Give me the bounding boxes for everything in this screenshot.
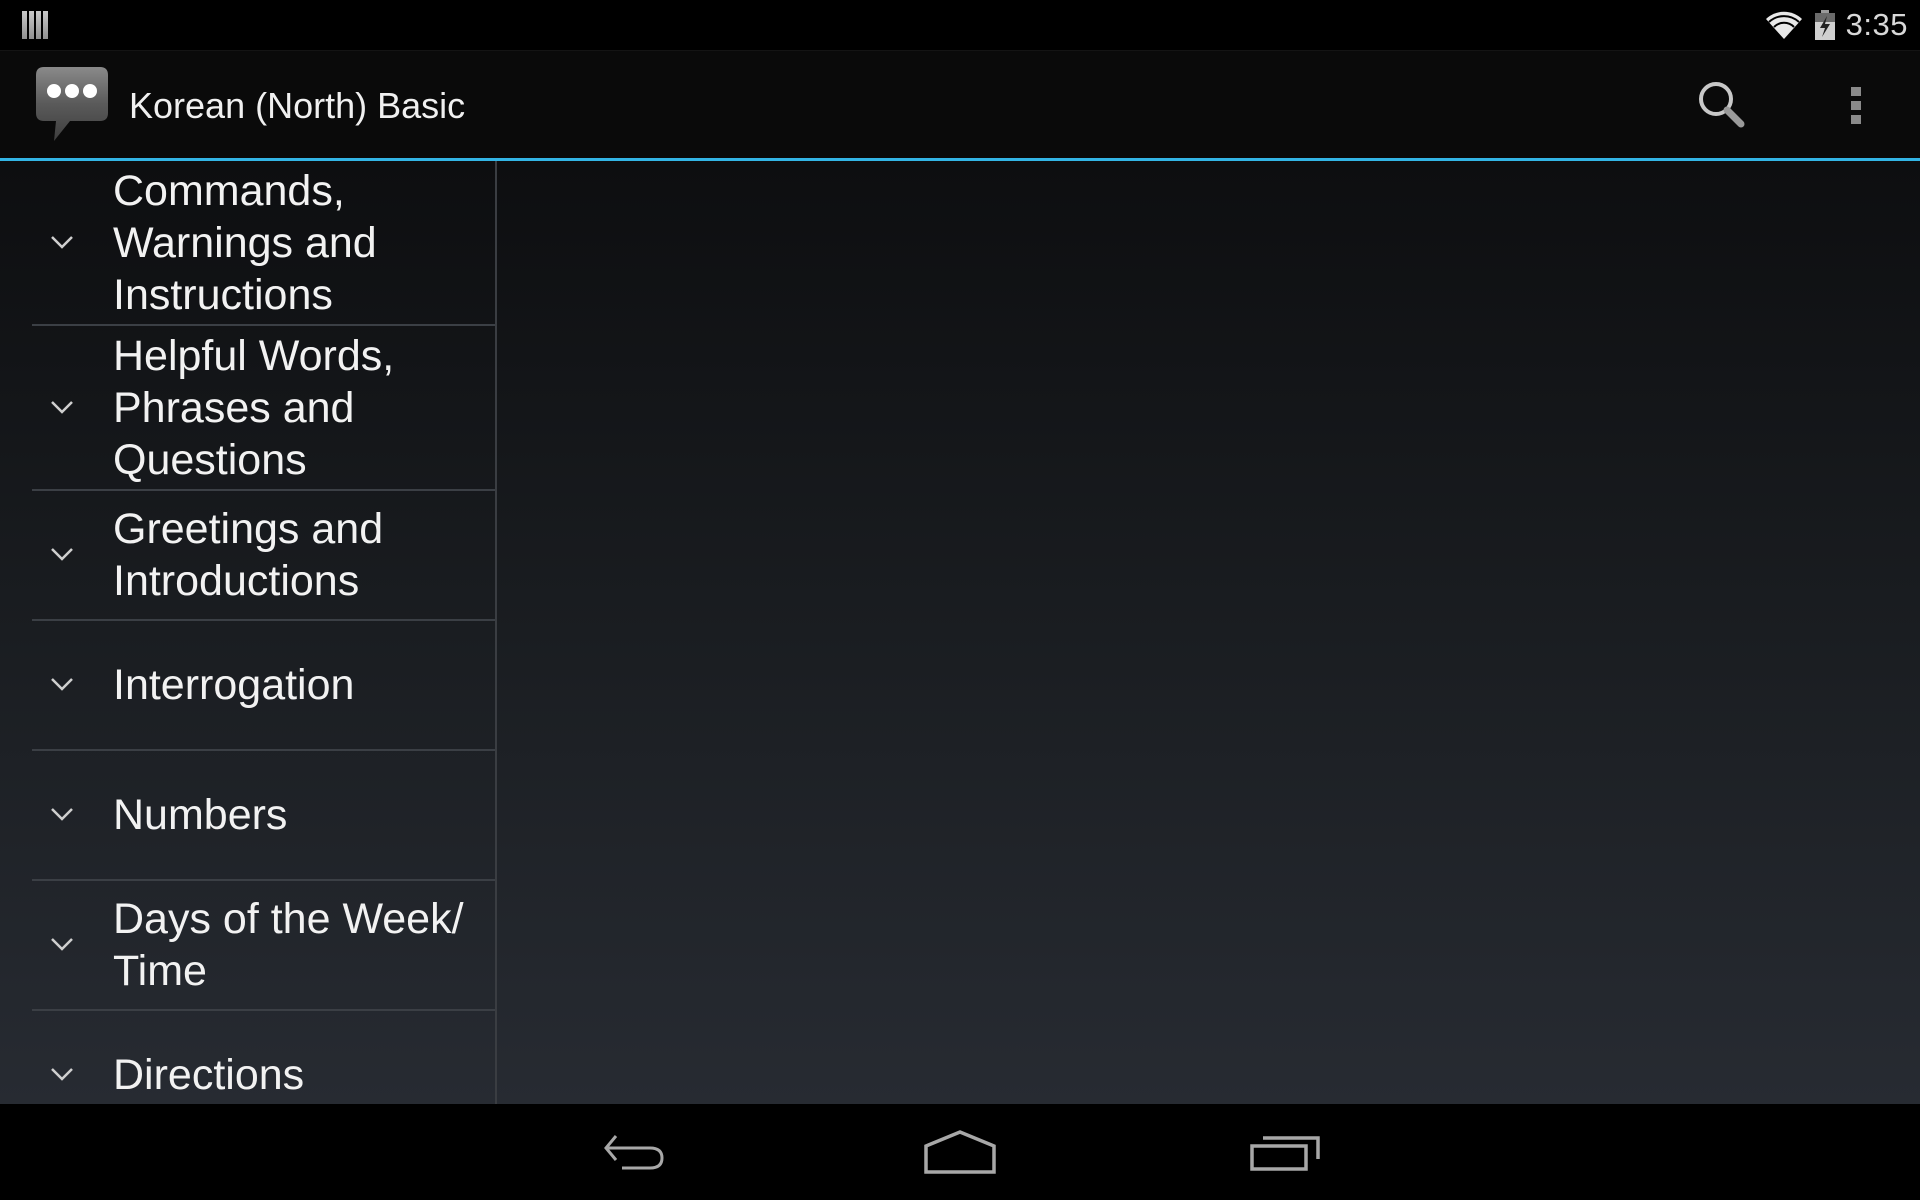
list-item-label: Commands, Warnings and Instructions: [113, 166, 377, 319]
list-item-label: Greetings and Introductions: [113, 505, 384, 605]
barcode-notification-icon[interactable]: [22, 11, 48, 39]
clock: 3:35: [1845, 7, 1908, 42]
detail-pane: [497, 161, 1920, 1104]
search-button[interactable]: [1690, 73, 1754, 137]
overflow-menu-icon: [1851, 86, 1861, 96]
chevron-down-icon: [51, 400, 73, 414]
list-item-label: Numbers: [113, 791, 288, 839]
overflow-dot: [1851, 114, 1861, 124]
list-item-label: Directions: [113, 1051, 305, 1099]
navigation-bar: [0, 1104, 1920, 1200]
status-bar: 3:35: [0, 0, 1920, 51]
category-list[interactable]: Commands, Warnings and Instructions Help…: [0, 161, 497, 1104]
list-item[interactable]: Helpful Words, Phrases and Questions: [32, 326, 495, 491]
chevron-down-icon: [51, 938, 73, 951]
back-icon: [604, 1135, 664, 1170]
chevron-down-icon: [51, 808, 73, 821]
chat-bubble-icon[interactable]: [30, 63, 112, 145]
list-item[interactable]: Directions: [32, 1011, 495, 1104]
app-title: Korean (North) Basic: [129, 85, 466, 126]
content-area: Commands, Warnings and Instructions Help…: [0, 161, 1920, 1104]
chevron-down-icon: [51, 548, 73, 561]
list-item[interactable]: Interrogation: [32, 621, 495, 751]
list-item[interactable]: Commands, Warnings and Instructions: [32, 161, 495, 326]
overflow-menu-button[interactable]: [1830, 73, 1882, 137]
recent-apps-button[interactable]: [1235, 1124, 1335, 1180]
status-indicators: 3:35: [1764, 0, 1908, 50]
action-bar: Korean (North) Basic: [0, 51, 1920, 161]
chevron-down-icon: [51, 678, 73, 691]
list-item-label: Helpful Words, Phrases and Questions: [113, 331, 395, 484]
overflow-dot: [1851, 100, 1861, 110]
list-item-label: Interrogation: [113, 661, 355, 709]
chevron-down-icon: [51, 1068, 73, 1081]
battery-charging-icon: [1814, 10, 1835, 40]
list-item[interactable]: Days of the Week/ Time: [32, 881, 495, 1011]
chevron-down-icon: [51, 235, 73, 249]
recent-apps-icon: [1250, 1136, 1320, 1171]
wifi-icon: [1765, 11, 1802, 39]
back-button[interactable]: [585, 1124, 685, 1180]
home-icon: [924, 1130, 996, 1174]
search-icon: [1699, 82, 1745, 128]
list-item[interactable]: Numbers: [32, 751, 495, 881]
home-button[interactable]: [910, 1124, 1010, 1180]
list-item-label: Days of the Week/ Time: [113, 895, 464, 995]
list-item[interactable]: Greetings and Introductions: [32, 491, 495, 621]
